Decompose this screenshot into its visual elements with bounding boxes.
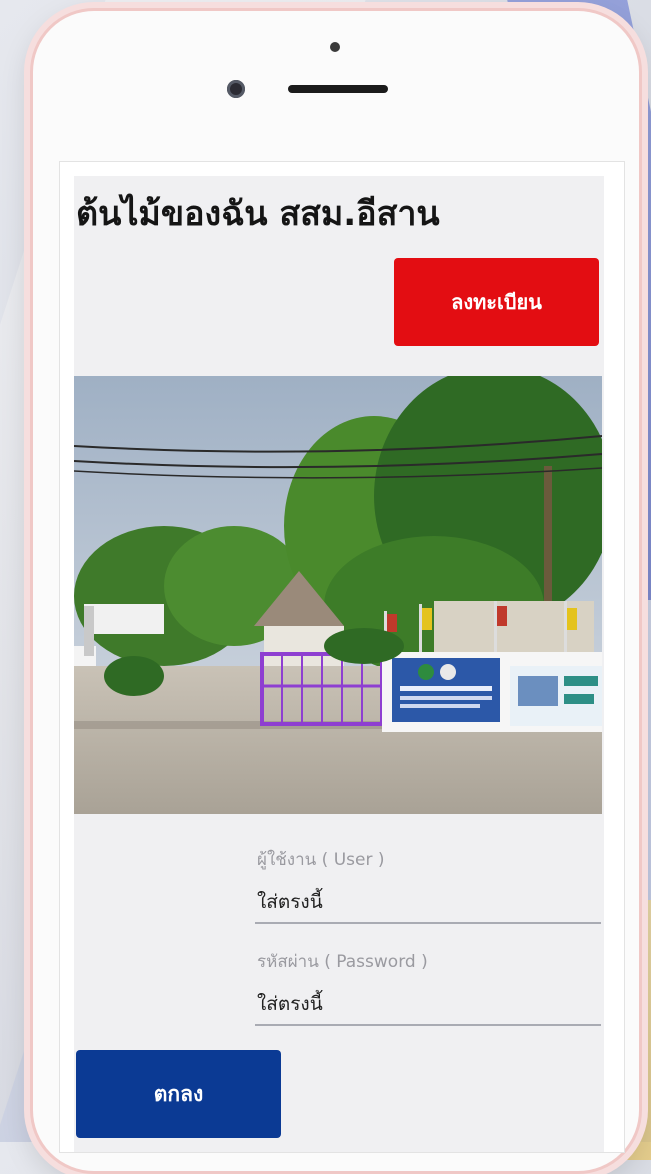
password-input[interactable] — [255, 984, 601, 1026]
phone-frame: ต้นไม้ของฉัน สสม.อีสาน ลงทะเบียน ผู้ใช้ง… — [30, 8, 642, 1174]
speaker-grille-icon — [288, 85, 388, 93]
hero-photo — [74, 376, 602, 814]
register-button[interactable]: ลงทะเบียน — [394, 258, 599, 346]
user-input[interactable] — [255, 882, 601, 924]
front-camera-icon — [227, 80, 245, 98]
password-label: รหัสผ่าน ( Password ) — [257, 952, 428, 972]
app-content: ต้นไม้ของฉัน สสม.อีสาน ลงทะเบียน ผู้ใช้ง… — [74, 176, 604, 1152]
user-label: ผู้ใช้งาน ( User ) — [257, 850, 385, 870]
phone-screen: ต้นไม้ของฉัน สสม.อีสาน ลงทะเบียน ผู้ใช้ง… — [59, 161, 625, 1153]
page-title: ต้นไม้ของฉัน สสม.อีสาน — [76, 194, 440, 234]
sensor-dot-icon — [330, 42, 340, 52]
submit-button[interactable]: ตกลง — [76, 1050, 281, 1138]
